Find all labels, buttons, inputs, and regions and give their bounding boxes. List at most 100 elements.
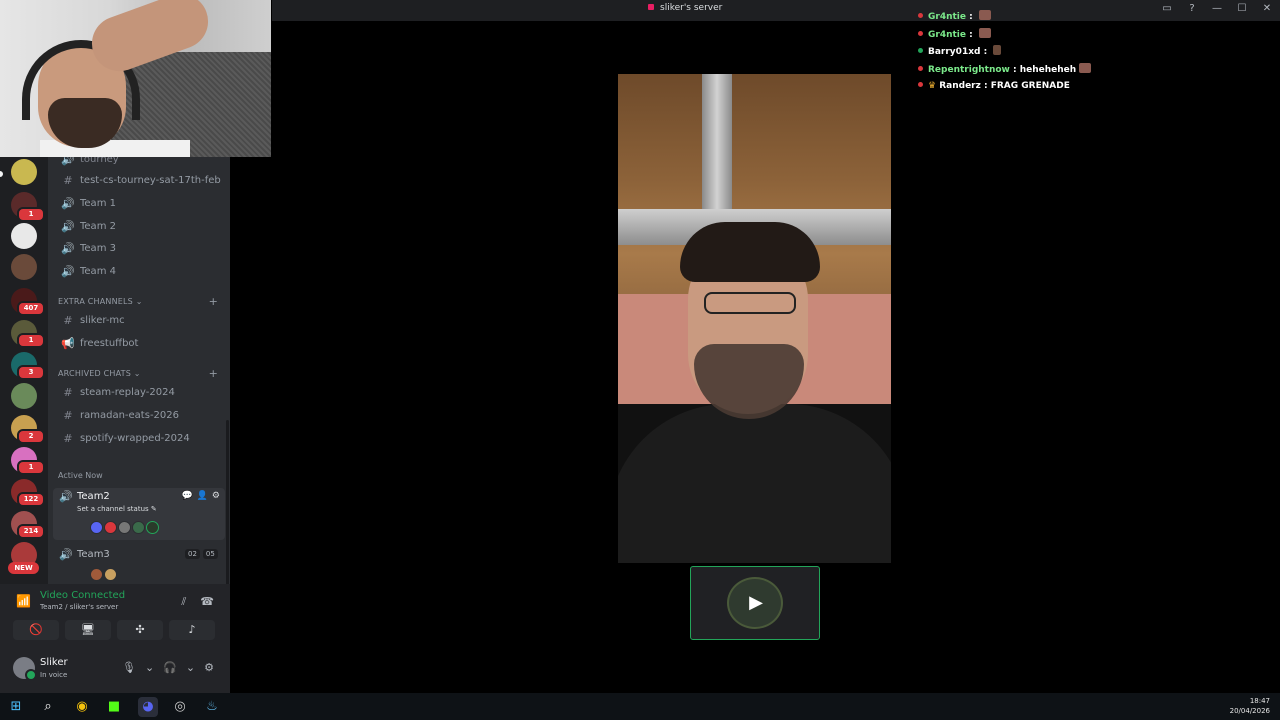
- hash-icon: #: [63, 408, 73, 422]
- voice-panel: 📶 Video Connected Team2 / sliker's serve…: [0, 584, 230, 693]
- chrome-icon[interactable]: ◉: [72, 697, 92, 717]
- speaker-icon: 🔊: [61, 219, 75, 233]
- channel-status-link[interactable]: Set a channel status ✎: [77, 505, 157, 513]
- obs-icon[interactable]: ◎: [170, 697, 190, 717]
- self-video-tile[interactable]: ▶: [690, 566, 820, 640]
- window-title: sliker's server: [648, 3, 722, 13]
- glasses: [704, 292, 796, 314]
- microphone-icon[interactable]: 🎙: [122, 661, 136, 674]
- hash-icon: #: [63, 431, 73, 445]
- headphones-icon[interactable]: 🎧: [163, 661, 177, 674]
- gear-icon[interactable]: ⚙: [204, 661, 214, 674]
- hash-icon: #: [63, 385, 73, 399]
- server-icon[interactable]: [11, 159, 37, 185]
- voice-channel-team2[interactable]: 🔊 Team2 Set a channel status ✎ 💬 👤 ⚙: [53, 488, 225, 540]
- channel-tools: 💬 👤 ⚙: [181, 491, 220, 501]
- avatar[interactable]: [132, 521, 145, 534]
- disconnect-icon[interactable]: ☎: [200, 595, 214, 609]
- screen-share-button[interactable]: 🖥: [65, 620, 111, 640]
- channel-partial[interactable]: 🔊 tourney: [53, 157, 225, 169]
- chat-message: Barry01xd :: [918, 45, 1002, 57]
- steam-icon[interactable]: ♨: [202, 697, 222, 717]
- server-icon[interactable]: [11, 254, 37, 280]
- channel-text[interactable]: # steam-replay-2024: [53, 382, 225, 402]
- user-limit: 05: [202, 549, 218, 559]
- chevron-down-icon[interactable]: ⌄: [186, 661, 195, 674]
- maximize-icon[interactable]: ☐: [1237, 3, 1247, 14]
- voice-actions: ⫽ ☎: [181, 595, 214, 609]
- avatar[interactable]: [13, 657, 37, 681]
- close-icon[interactable]: ✕: [1262, 3, 1272, 14]
- voice-channel-name: Team2: [77, 491, 110, 502]
- channel-voice[interactable]: 🔊 Team 1: [53, 193, 225, 213]
- server-badge: 214: [17, 524, 45, 539]
- avatar[interactable]: [146, 521, 159, 534]
- activities-button[interactable]: ✣: [117, 620, 163, 640]
- speaker-icon: 🔊: [61, 264, 75, 278]
- channel-counts: 02 05: [185, 549, 218, 559]
- channel-scrollbar[interactable]: [226, 420, 229, 590]
- avatar[interactable]: [90, 521, 103, 534]
- main-video-stream[interactable]: [618, 74, 891, 563]
- badge-icon: [918, 82, 923, 87]
- channel-text[interactable]: # sliker-mc: [53, 310, 225, 330]
- username[interactable]: Sliker: [40, 657, 68, 668]
- camera-off-button[interactable]: 🚫: [13, 620, 59, 640]
- crown-icon: ♛: [928, 81, 937, 91]
- signal-icon[interactable]: 📶: [16, 594, 31, 608]
- channel-voice[interactable]: 🔊 Team 2: [53, 216, 225, 236]
- server-badge: 3: [17, 365, 45, 380]
- screen-share-icon: 🖥: [81, 623, 95, 636]
- channel-text[interactable]: # spotify-wrapped-2024: [53, 428, 225, 448]
- avatar[interactable]: [118, 521, 131, 534]
- chat-icon[interactable]: 💬: [181, 491, 192, 501]
- channel-voice[interactable]: 🔊 Team 3: [53, 238, 225, 258]
- server-badge: 122: [17, 492, 45, 507]
- search-icon[interactable]: ⌕: [38, 697, 58, 717]
- server-badge: 1: [17, 207, 45, 222]
- badge-icon: [918, 66, 923, 71]
- user-count: 02: [185, 549, 200, 559]
- invite-icon[interactable]: 👤: [197, 491, 208, 501]
- badge-icon: [918, 31, 923, 36]
- avatar[interactable]: [90, 568, 103, 581]
- gear-icon[interactable]: ⚙: [212, 491, 220, 501]
- channel-list: 🔊 tourney # test-cs-tourney-sat-17th-feb 🔊…: [48, 157, 230, 584]
- windows-start-icon[interactable]: ⊞: [6, 697, 26, 717]
- channel-text[interactable]: # test-cs-tourney-sat-17th-feb: [53, 170, 225, 190]
- system-clock[interactable]: 18:47 20/04/2026: [1230, 696, 1270, 716]
- user-status: In voice: [40, 671, 68, 679]
- chat-message: Gr4ntie :: [918, 10, 991, 22]
- kick-icon[interactable]: ■: [104, 697, 124, 717]
- server-badge: 407: [17, 301, 45, 316]
- discord-icon[interactable]: ◕: [138, 697, 158, 717]
- channel-text[interactable]: # ramadan-eats-2026: [53, 405, 225, 425]
- activities-icon: ✣: [135, 623, 145, 636]
- chat-message: Gr4ntie :: [918, 28, 991, 40]
- add-channel-icon[interactable]: +: [209, 295, 218, 308]
- voice-channel-name: Team3: [77, 549, 110, 560]
- camera-icon: ▶: [749, 592, 763, 613]
- server-icon[interactable]: [11, 383, 37, 409]
- avatar[interactable]: [104, 521, 117, 534]
- badge-icon: [918, 13, 923, 18]
- hash-icon: #: [63, 313, 73, 327]
- server-icon[interactable]: [11, 223, 37, 249]
- soundboard-icon: ♪: [188, 623, 196, 636]
- category-extra-channels[interactable]: EXTRA CHANNELS ⌄ +: [58, 295, 218, 308]
- speaker-icon: 🔊: [59, 548, 73, 561]
- avatar[interactable]: [104, 568, 117, 581]
- channel-announcement[interactable]: 📢 freestuffbot: [53, 333, 225, 353]
- voice-icon: 🔊: [61, 157, 75, 166]
- chevron-down-icon[interactable]: ⌄: [145, 661, 154, 674]
- noise-suppression-icon[interactable]: ⫽: [181, 595, 186, 609]
- new-badge[interactable]: NEW: [8, 562, 39, 574]
- voice-status-title[interactable]: Video Connected: [40, 590, 125, 601]
- emote-icon: [978, 28, 991, 38]
- soundboard-button[interactable]: ♪: [169, 620, 215, 640]
- add-channel-icon[interactable]: +: [209, 367, 218, 380]
- voice-status-subtitle[interactable]: Team2 / sliker's server: [40, 603, 118, 611]
- emote-icon: [993, 45, 1002, 55]
- category-archived-chats[interactable]: ARCHIVED CHATS ⌄ +: [58, 367, 218, 380]
- channel-voice[interactable]: 🔊 Team 4: [53, 261, 225, 281]
